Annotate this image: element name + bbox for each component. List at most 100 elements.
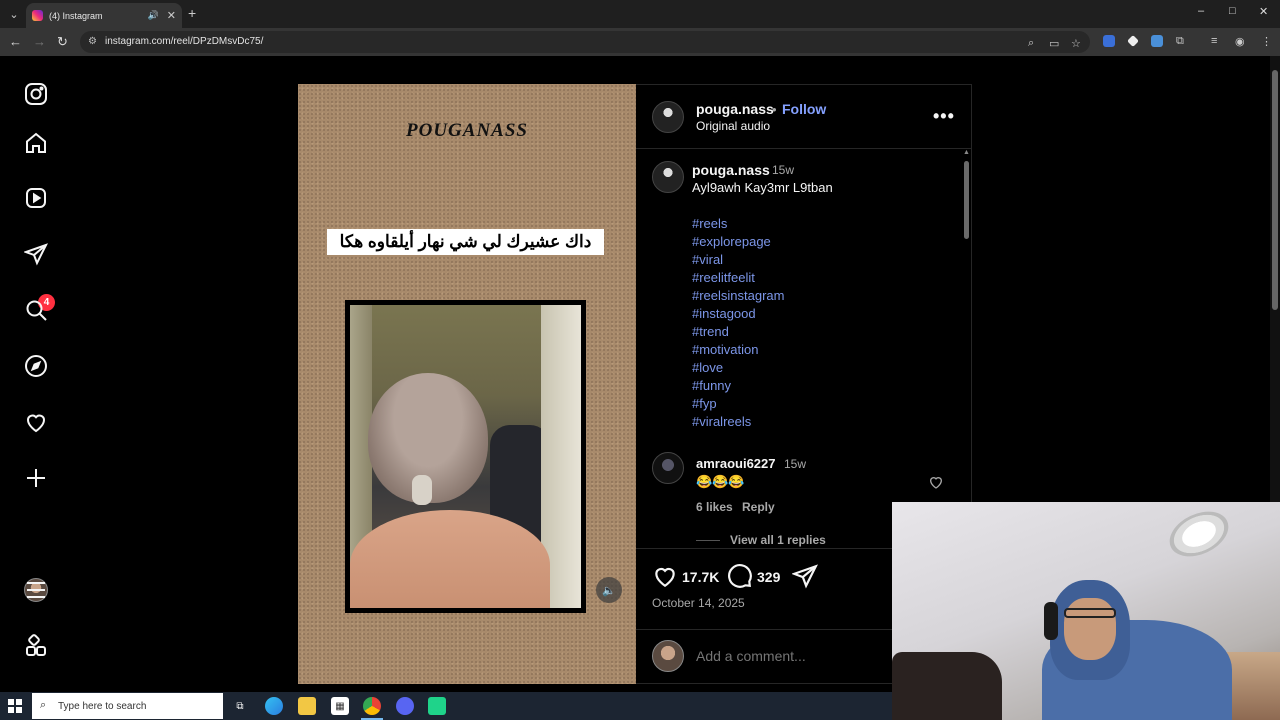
tab-search-button[interactable]: ⌄ bbox=[4, 4, 24, 24]
address-bar[interactable]: ⚙ instagram.com/reel/DPzDMsvDc75/ ⌕ ▭ ☆ bbox=[80, 31, 1090, 53]
caption-author-avatar[interactable] bbox=[652, 161, 684, 193]
home-icon[interactable] bbox=[22, 129, 50, 157]
hashtag-link[interactable]: #reels bbox=[692, 215, 785, 233]
comment-like-heart-icon[interactable] bbox=[928, 474, 944, 490]
hashtag-link[interactable]: #instagood bbox=[692, 305, 785, 323]
translate-extension-icon[interactable] bbox=[1103, 35, 1115, 47]
hashtag-link[interactable]: #funny bbox=[692, 377, 785, 395]
taskbar-search-icon: ⌕ bbox=[40, 699, 47, 711]
hashtag-link[interactable]: #trend bbox=[692, 323, 785, 341]
reload-button[interactable]: ↻ bbox=[57, 34, 68, 50]
comment-likes-count[interactable]: 6 likes bbox=[696, 500, 733, 514]
instagram-sidebar: 4 bbox=[0, 56, 72, 692]
commenter-avatar[interactable] bbox=[652, 452, 684, 484]
tab-title: (4) Instagram bbox=[49, 10, 103, 21]
audio-label[interactable]: Original audio bbox=[696, 119, 770, 133]
view-replies-button[interactable]: View all 1 replies bbox=[730, 533, 826, 547]
new-tab-button[interactable]: + bbox=[188, 5, 196, 21]
forward-button[interactable]: → bbox=[33, 34, 46, 49]
task-view-icon[interactable]: ⧉ bbox=[231, 697, 249, 715]
browser-tab-strip: ⌄ (4) Instagram 🔊 ✕ + – □ ✕ bbox=[0, 0, 1280, 28]
app-icon[interactable] bbox=[428, 697, 446, 715]
cast-icon[interactable]: ▭ bbox=[1049, 37, 1059, 50]
reel-overlay-caption: داك عشيرك لي شي نهار أيلقاوه هكا bbox=[327, 229, 604, 255]
create-plus-icon[interactable] bbox=[22, 464, 50, 492]
add-comment-input[interactable] bbox=[696, 648, 896, 664]
caption-username[interactable]: pouga.nass bbox=[692, 162, 770, 178]
scroll-up-arrow-icon[interactable]: ▲ bbox=[963, 149, 970, 156]
extension-diamond-icon[interactable] bbox=[1127, 35, 1139, 47]
sound-toggle-icon[interactable]: 🔈 bbox=[596, 577, 622, 603]
back-button[interactable]: ← bbox=[9, 34, 22, 49]
reels-icon[interactable] bbox=[22, 184, 50, 212]
browser-tab-instagram[interactable]: (4) Instagram 🔊 ✕ bbox=[26, 3, 182, 28]
tab-close-icon[interactable]: ✕ bbox=[167, 9, 176, 22]
windows-start-icon[interactable] bbox=[8, 699, 22, 713]
likes-count[interactable]: 17.7K bbox=[682, 569, 719, 585]
ceiling-light bbox=[1162, 502, 1236, 566]
file-explorer-icon[interactable] bbox=[298, 697, 316, 715]
reel-brand-text: POUGANASS bbox=[406, 120, 528, 141]
page-scrollbar-thumb[interactable] bbox=[1272, 70, 1278, 310]
more-menu-icon[interactable] bbox=[22, 576, 50, 604]
site-info-icon[interactable]: ⚙ bbox=[88, 36, 97, 47]
webcam-person-glasses bbox=[1064, 608, 1116, 618]
comment-reply-button[interactable]: Reply bbox=[742, 500, 775, 514]
comment-time: 15w bbox=[784, 457, 807, 471]
author-username[interactable]: pouga.nass bbox=[696, 101, 774, 117]
media-controls-icon[interactable]: ≡ bbox=[1211, 35, 1217, 47]
comment-bubble-icon[interactable] bbox=[727, 563, 753, 589]
discord-icon[interactable] bbox=[396, 697, 414, 715]
extensions-puzzle-icon[interactable]: ⧉ bbox=[1176, 35, 1184, 48]
window-close-button[interactable]: ✕ bbox=[1259, 5, 1268, 18]
hashtag-link[interactable]: #love bbox=[692, 359, 785, 377]
also-from-meta-icon[interactable] bbox=[22, 632, 50, 660]
window-minimize-button[interactable]: – bbox=[1198, 5, 1204, 17]
share-send-icon[interactable] bbox=[792, 563, 818, 589]
messages-icon[interactable] bbox=[22, 240, 50, 268]
hashtag-link[interactable]: #reelitfeelit bbox=[692, 269, 785, 287]
zoom-icon[interactable]: ⌕ bbox=[1028, 37, 1034, 50]
commenter-username[interactable]: amraoui6227 bbox=[696, 456, 776, 471]
browser-menu-icon[interactable]: ⋮ bbox=[1261, 35, 1272, 48]
profile-icon[interactable]: ◉ bbox=[1235, 35, 1245, 48]
hashtag-link[interactable]: #fyp bbox=[692, 395, 785, 413]
more-options-button[interactable]: ••• bbox=[933, 106, 955, 127]
taskbar-search-box[interactable]: ⌕ Type here to search bbox=[32, 693, 223, 719]
caption-text: Ayl9awh Kay3mr L9tban bbox=[692, 180, 833, 195]
edge-browser-icon[interactable] bbox=[265, 697, 283, 715]
hashtag-link[interactable]: #viral bbox=[692, 251, 785, 269]
extension-image-icon[interactable] bbox=[1151, 35, 1163, 47]
instagram-favicon-icon bbox=[32, 10, 43, 21]
address-url[interactable]: instagram.com/reel/DPzDMsvDc75/ bbox=[105, 36, 263, 47]
window-maximize-button[interactable]: □ bbox=[1229, 5, 1236, 17]
hashtag-link[interactable]: #viralreels bbox=[692, 413, 785, 431]
instagram-logo-icon[interactable] bbox=[22, 80, 50, 108]
comments-scrollbar-thumb[interactable] bbox=[964, 161, 969, 239]
video-hair-clip bbox=[412, 475, 432, 505]
notifications-heart-icon[interactable] bbox=[22, 408, 50, 436]
hashtag-link[interactable]: #reelsinstagram bbox=[692, 287, 785, 305]
post-header: pouga.nass • Follow Original audio ••• bbox=[636, 85, 971, 149]
current-user-avatar bbox=[652, 640, 684, 672]
webcam-overlay bbox=[892, 502, 1280, 720]
post-date: October 14, 2025 bbox=[652, 596, 745, 610]
like-heart-icon[interactable] bbox=[652, 563, 678, 589]
tab-audio-icon[interactable]: 🔊 bbox=[148, 10, 159, 21]
follow-button[interactable]: Follow bbox=[782, 101, 826, 117]
separator-dot: • bbox=[772, 102, 777, 117]
reel-video[interactable]: POUGANASS داك عشيرك لي شي نهار أيلقاوه ه… bbox=[298, 84, 636, 684]
author-avatar[interactable] bbox=[652, 101, 684, 133]
browser-toolbar: ← → ↻ ⚙ instagram.com/reel/DPzDMsvDc75/ … bbox=[0, 28, 1280, 56]
microsoft-store-icon[interactable]: ▦ bbox=[331, 697, 349, 715]
comments-scrollbar[interactable]: ▲ bbox=[962, 149, 970, 549]
embedded-video-frame bbox=[345, 300, 586, 613]
bookmark-star-icon[interactable]: ☆ bbox=[1071, 37, 1081, 50]
hashtag-link[interactable]: #explorepage bbox=[692, 233, 785, 251]
comments-count[interactable]: 329 bbox=[757, 569, 780, 585]
explore-compass-icon[interactable] bbox=[22, 352, 50, 380]
hashtag-link[interactable]: #motivation bbox=[692, 341, 785, 359]
chrome-browser-icon[interactable] bbox=[363, 697, 381, 715]
search-icon[interactable] bbox=[22, 296, 50, 324]
webcam-headset bbox=[1044, 602, 1058, 640]
